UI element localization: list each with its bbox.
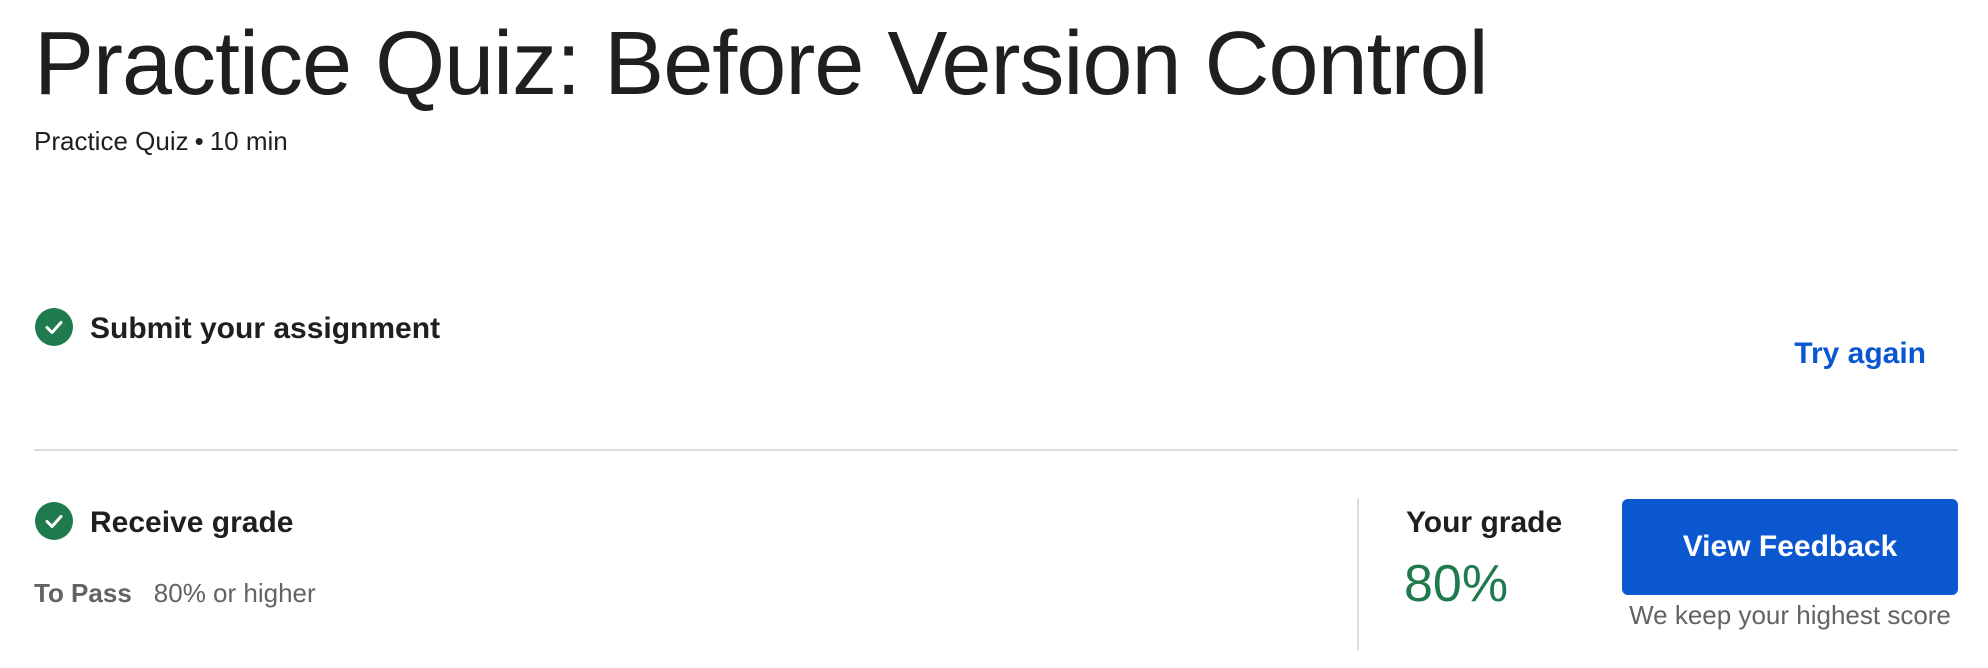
try-again-link[interactable]: Try again bbox=[1794, 334, 1926, 374]
section-divider bbox=[34, 449, 1958, 451]
pass-requirement: To Pass 80% or higher bbox=[34, 576, 316, 610]
highest-score-note: We keep your highest score bbox=[1629, 600, 1951, 630]
vertical-divider bbox=[1357, 498, 1359, 650]
receive-grade-title: Receive grade bbox=[90, 506, 294, 539]
item-meta: Practice Quiz • 10 min bbox=[34, 124, 288, 158]
to-pass-value: 80% or higher bbox=[153, 578, 316, 608]
check-circle-icon bbox=[35, 308, 73, 346]
check-circle-icon bbox=[35, 502, 73, 540]
checkmark-icon bbox=[45, 321, 63, 334]
checkmark-icon bbox=[45, 515, 63, 528]
to-pass-label: To Pass bbox=[34, 578, 132, 608]
your-grade-label: Your grade bbox=[1406, 506, 1563, 539]
meta-separator: • bbox=[194, 126, 204, 156]
item-duration: 10 min bbox=[209, 126, 288, 156]
your-grade-value: 80% bbox=[1404, 555, 1509, 613]
submit-assignment-title: Submit your assignment bbox=[90, 312, 441, 345]
page-title: Practice Quiz: Before Version Control bbox=[34, 14, 1489, 114]
view-feedback-button[interactable]: View Feedback bbox=[1622, 499, 1958, 595]
item-type: Practice Quiz bbox=[34, 126, 189, 156]
